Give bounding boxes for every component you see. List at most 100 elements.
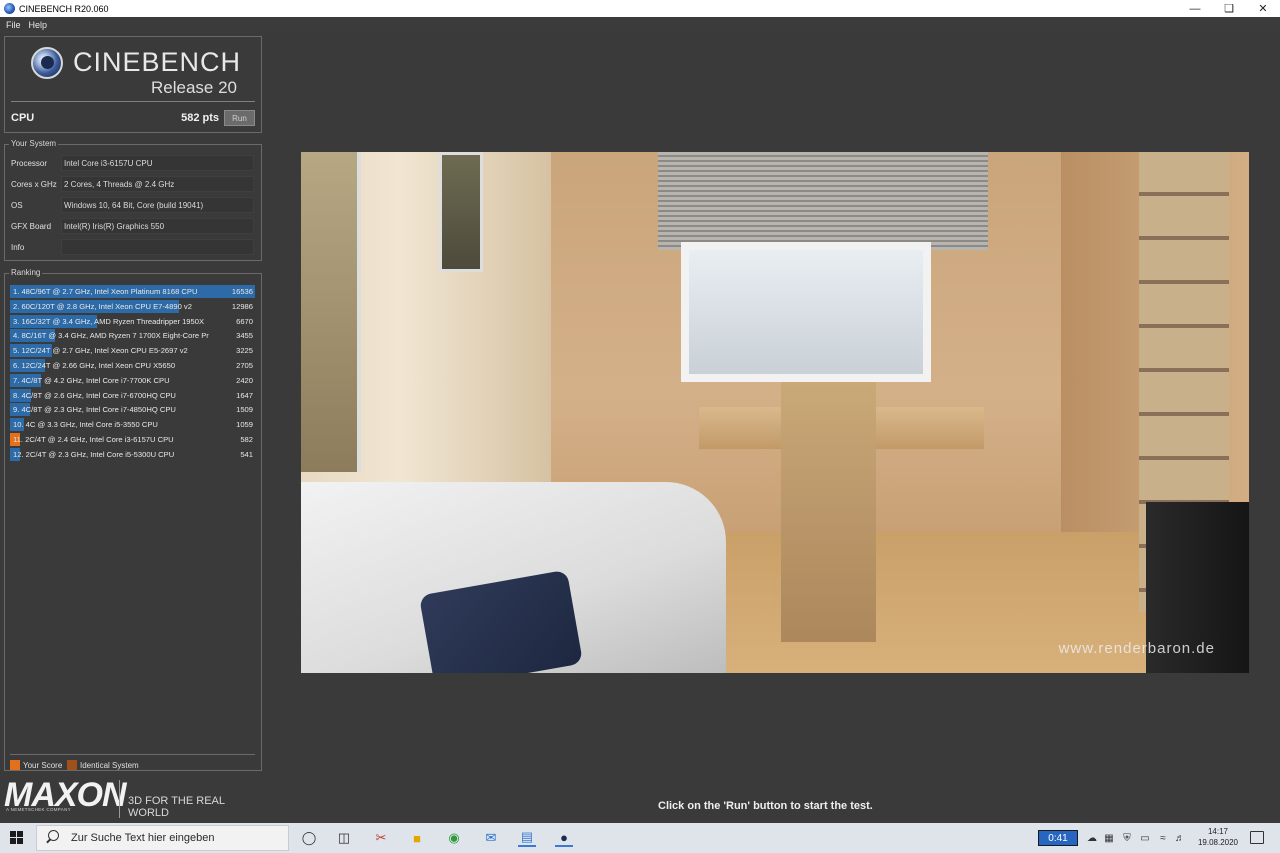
search-icon [45, 830, 61, 846]
divider [11, 101, 255, 102]
ranking-score: 12986 [231, 301, 253, 311]
restore-button[interactable]: ❑ [1212, 0, 1246, 17]
volume-icon[interactable]: ♬ [1174, 832, 1186, 844]
tray-app-icon[interactable]: ▦ [1103, 832, 1115, 844]
window-title: CINEBENCH R20.060 [19, 3, 109, 14]
cinebench-taskbar-icon[interactable]: ● [555, 829, 573, 847]
ranking-row[interactable]: 12. 2C/4T @ 2.3 GHz, Intel Core i5-5300U… [10, 447, 255, 461]
mail-icon[interactable]: ✉ [482, 829, 500, 847]
your-score-legend: Your Score [23, 761, 63, 770]
run-instruction: Click on the 'Run' button to start the t… [658, 800, 873, 812]
ranking-label: Ranking [9, 268, 43, 277]
ranking-row[interactable]: 9. 4C/8T @ 2.3 GHz, Intel Core i7-4850HQ… [10, 403, 255, 417]
ranking-score: 1059 [236, 420, 253, 430]
clock-time: 14:17 [1207, 827, 1229, 836]
ranking-score: 3455 [236, 331, 253, 341]
search-placeholder: Zur Suche Text hier eingeben [71, 832, 215, 844]
ranking-score: 2420 [236, 375, 253, 385]
render-preview: www.renderbaron.de [301, 152, 1249, 673]
identical-system-legend: Identical System [80, 761, 139, 770]
system-key: Info [11, 243, 25, 252]
system-row-info: Info [5, 239, 261, 256]
task-view-icon[interactable]: ◫ [335, 829, 353, 847]
system-value: Intel Core i3-6157U CPU [61, 155, 254, 171]
ranking-row[interactable]: 3. 16C/32T @ 3.4 GHz, AMD Ryzen Threadri… [10, 314, 255, 328]
ranking-label: 5. 12C/24T @ 2.7 GHz, Intel Xeon CPU E5-… [13, 346, 188, 356]
notification-center-icon[interactable] [1250, 831, 1264, 844]
menu-bar: File Help [0, 17, 1280, 33]
run-button[interactable]: Run [224, 110, 255, 126]
ranking-row[interactable]: 5. 12C/24T @ 2.7 GHz, Intel Xeon CPU E5-… [10, 344, 255, 358]
ranking-row[interactable]: 8. 4C/8T @ 2.6 GHz, Intel Core i7-6700HQ… [10, 388, 255, 402]
ranking-label: 6. 12C/24T @ 2.66 GHz, Intel Xeon CPU X5… [13, 361, 176, 370]
release-label: Release 20 [150, 78, 237, 97]
security-shield-icon[interactable]: ⛨ [1121, 832, 1133, 844]
chair [781, 382, 876, 642]
ranking-row[interactable]: 10. 4C @ 3.3 GHz, Intel Core i5-3550 CPU… [10, 418, 255, 432]
your-score-swatch [10, 760, 20, 770]
ranking-label: 11. 2C/4T @ 2.4 GHz, Intel Core i3-6157U… [13, 435, 174, 444]
ranking-row[interactable]: 7. 4C/8T @ 4.2 GHz, Intel Core i7-7700K … [10, 373, 255, 387]
close-button[interactable]: ✕ [1246, 0, 1280, 17]
system-key: Processor [11, 159, 48, 168]
system-key: OS [11, 201, 23, 210]
ranking-group: Ranking 1. 48C/96T @ 2.7 GHz, Intel Xeon… [4, 268, 262, 771]
ranking-score: 1509 [236, 405, 253, 415]
ranking-label: 1. 48C/96T @ 2.7 GHz, Intel Xeon Platinu… [13, 287, 198, 296]
ranking-label: 2. 60C/120T @ 2.8 GHz, Intel Xeon CPU E7… [13, 301, 192, 311]
identical-system-swatch [67, 760, 77, 770]
ranking-row[interactable]: 6. 12C/24T @ 2.66 GHz, Intel Xeon CPU X5… [10, 359, 255, 372]
cinebench-logo-text: CINEBENCH [73, 47, 242, 77]
ranking-label: 7. 4C/8T @ 4.2 GHz, Intel Core i7-7700K … [13, 375, 170, 385]
chrome-icon[interactable]: ◉ [445, 829, 463, 847]
system-row-gfx: GFX Board Intel(R) Iris(R) Graphics 550 [5, 218, 261, 235]
ranking-label: 12. 2C/4T @ 2.3 GHz, Intel Core i5-5300U… [13, 449, 175, 459]
ranking-score: 6670 [236, 316, 253, 326]
snipping-tool-icon[interactable]: ✂ [372, 829, 390, 847]
ranking-score: 2705 [236, 361, 253, 370]
ranking-row[interactable]: 4. 8C/16T @ 3.4 GHz, AMD Ryzen 7 1700X E… [10, 329, 255, 343]
wifi-icon[interactable]: ≈ [1157, 832, 1169, 844]
cloud-icon[interactable]: ☁ [1086, 832, 1098, 844]
menu-help[interactable]: Help [29, 20, 48, 30]
cinebench-app-icon [4, 3, 15, 14]
your-system-label: Your System [9, 139, 59, 148]
system-value: Intel(R) Iris(R) Graphics 550 [61, 218, 254, 234]
window-blinds [658, 152, 988, 250]
maxon-subtitle: A NEMETSCHEK COMPANY [6, 807, 71, 812]
ranking-row[interactable]: 1. 48C/96T @ 2.7 GHz, Intel Xeon Platinu… [10, 285, 255, 298]
painting [439, 152, 483, 272]
file-explorer-icon[interactable]: ■ [408, 829, 426, 847]
ranking-row[interactable]: 11. 2C/4T @ 2.4 GHz, Intel Core i3-6157U… [10, 433, 255, 446]
render-watermark: www.renderbaron.de [1058, 640, 1215, 657]
your-system-group: Your System Processor Intel Core i3-6157… [4, 139, 262, 261]
ranking-legend: Your Score Identical System [10, 754, 255, 770]
windows-start-icon[interactable] [10, 831, 24, 845]
cpu-test-label: CPU [11, 112, 35, 124]
system-info-field[interactable] [61, 239, 254, 255]
recording-timer[interactable]: 0:41 [1038, 830, 1078, 846]
system-value: 2 Cores, 4 Threads @ 2.4 GHz [61, 176, 254, 192]
battery-icon[interactable]: ▭ [1139, 832, 1151, 844]
cortana-icon[interactable]: ◯ [300, 829, 318, 847]
room-window [681, 242, 931, 382]
ranking-score: 3225 [236, 346, 253, 356]
taskbar-clock[interactable]: 14:17 19.08.2020 [1196, 826, 1240, 848]
menu-file[interactable]: File [6, 20, 21, 30]
ranking-label: 8. 4C/8T @ 2.6 GHz, Intel Core i7-6700HQ… [13, 390, 176, 400]
ranking-row[interactable]: 2. 60C/120T @ 2.8 GHz, Intel Xeon CPU E7… [10, 299, 255, 313]
system-row-processor: Processor Intel Core i3-6157U CPU [5, 155, 261, 172]
system-row-os: OS Windows 10, 64 Bit, Core (build 19041… [5, 197, 261, 214]
cinebench-header-panel: CINEBENCH Release 20 CPU 582 pts Run [4, 36, 262, 133]
painting [301, 152, 361, 472]
ranking-score: 16536 [231, 287, 253, 296]
maxon-tagline: 3D FOR THE REAL WORLD [128, 795, 225, 819]
divider [119, 780, 120, 818]
taskbar-search-input[interactable]: Zur Suche Text hier eingeben [36, 825, 289, 851]
ranking-label: 4. 8C/16T @ 3.4 GHz, AMD Ryzen 7 1700X E… [13, 331, 209, 341]
ranking-label: 3. 16C/32T @ 3.4 GHz, AMD Ryzen Threadri… [13, 316, 205, 326]
minimize-button[interactable]: — [1178, 0, 1212, 17]
notepad-icon[interactable]: ▤ [518, 829, 536, 847]
cpu-score: 582 pts [181, 112, 219, 124]
system-row-cores: Cores x GHz 2 Cores, 4 Threads @ 2.4 GHz [5, 176, 261, 193]
